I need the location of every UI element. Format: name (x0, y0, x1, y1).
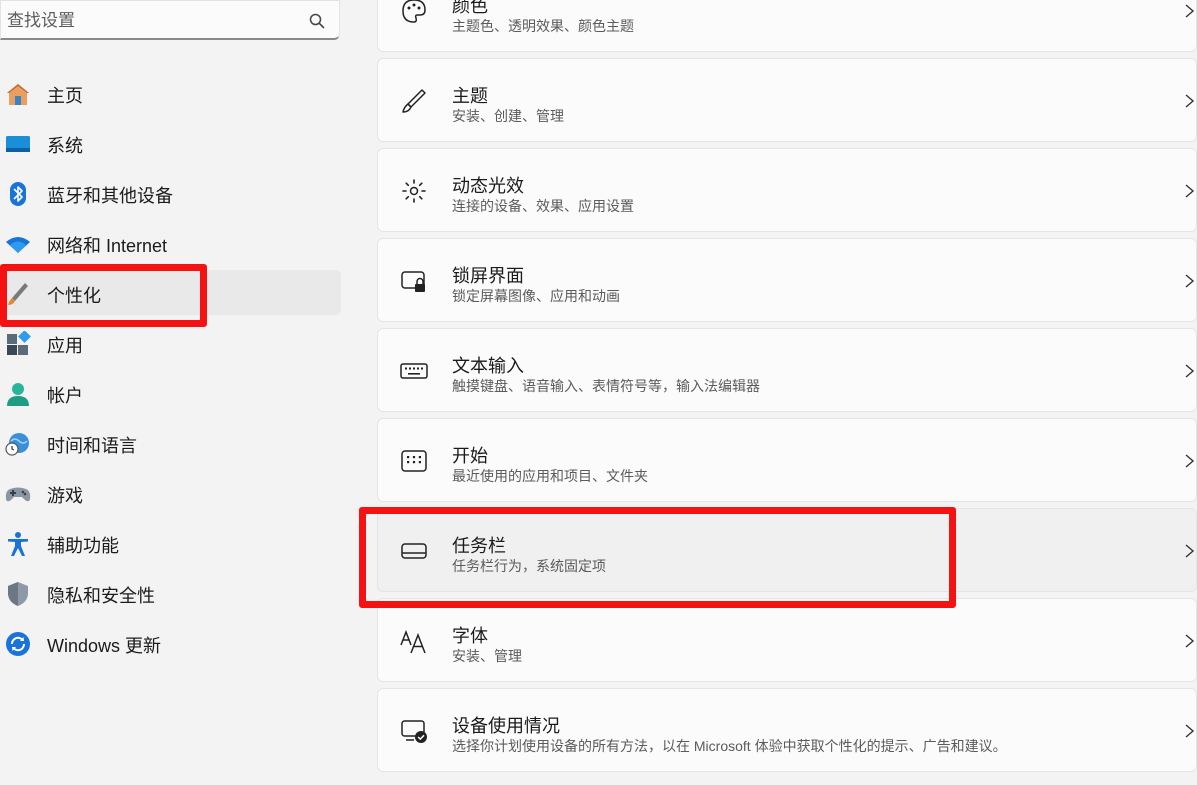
card-subtitle: 任务栏行为，系统固定项 (452, 558, 606, 574)
globe-clock-icon (5, 433, 29, 456)
card-title: 文本输入 (452, 356, 524, 376)
chevron-right-icon (1185, 274, 1195, 288)
brush-icon (8, 283, 28, 305)
sidebar-item-accounts[interactable]: 帐户 (0, 368, 350, 418)
card-title: 任务栏 (452, 536, 506, 556)
sidebar-item-label: 网络和 Internet (47, 236, 168, 256)
device-usage-icon (401, 720, 427, 743)
system-icon (6, 136, 30, 152)
shield-icon (8, 582, 28, 606)
card-subtitle: 触摸键盘、语音输入、表情符号等，输入法编辑器 (452, 378, 760, 394)
home-icon (7, 84, 29, 105)
search-box[interactable] (0, 0, 340, 41)
sidebar-item-label: 隐私和安全性 (47, 586, 155, 606)
keyboard-icon (400, 363, 428, 379)
card-device-usage[interactable]: 设备使用情况 选择你计划使用设备的所有方法，以在 Microsoft 体验中获取… (377, 688, 1197, 772)
sidebar-item-label: 帐户 (47, 386, 83, 406)
card-subtitle: 最近使用的应用和项目、文件夹 (452, 468, 648, 484)
card-subtitle: 选择你计划使用设备的所有方法，以在 Microsoft 体验中获取个性化的提示、… (452, 738, 1007, 754)
accessibility-icon (8, 532, 28, 556)
sidebar-item-label: 系统 (47, 136, 83, 156)
palette-icon (402, 0, 426, 23)
sidebar-item-time-language[interactable]: 时间和语言 (0, 418, 350, 468)
card-themes[interactable]: 主题 安装、创建、管理 (377, 58, 1197, 142)
card-subtitle: 安装、创建、管理 (452, 108, 564, 124)
chevron-right-icon (1185, 364, 1195, 378)
card-title: 开始 (452, 446, 488, 466)
sidebar-item-home[interactable]: 主页 (0, 68, 350, 118)
chevron-right-icon (1185, 544, 1195, 558)
lock-screen-icon (401, 271, 425, 292)
card-lock-screen[interactable]: 锁屏界面 锁定屏幕图像、应用和动画 (377, 238, 1197, 322)
card-title: 锁屏界面 (452, 266, 524, 286)
sidebar-item-windows-update[interactable]: Windows 更新 (0, 618, 350, 668)
start-icon (401, 450, 427, 472)
bluetooth-icon (10, 182, 26, 206)
sidebar-item-privacy[interactable]: 隐私和安全性 (0, 568, 350, 618)
sidebar-item-label: 个性化 (47, 286, 101, 306)
card-subtitle: 连接的设备、效果、应用设置 (452, 198, 634, 214)
font-icon (400, 629, 426, 654)
chevron-right-icon (1185, 4, 1195, 18)
chevron-right-icon (1185, 94, 1195, 108)
chevron-right-icon (1185, 724, 1195, 738)
sidebar-item-label: Windows 更新 (47, 636, 162, 656)
settings-list: 颜色 主题色、透明效果、颜色主题 主题 安装、创建、管理 动态光效 连接的设备、… (377, 0, 1197, 785)
card-text-input[interactable]: 文本输入 触摸键盘、语音输入、表情符号等，输入法编辑器 (377, 328, 1197, 412)
sidebar-item-label: 蓝牙和其他设备 (47, 186, 173, 206)
gamepad-icon (5, 487, 31, 502)
wifi-icon (6, 237, 30, 253)
card-subtitle: 锁定屏幕图像、应用和动画 (452, 288, 620, 304)
sidebar-item-gaming[interactable]: 游戏 (0, 468, 350, 518)
sidebar-item-bluetooth[interactable]: 蓝牙和其他设备 (0, 168, 350, 218)
taskbar-icon (401, 543, 427, 559)
chevron-right-icon (1185, 454, 1195, 468)
sidebar-item-system[interactable]: 系统 (0, 118, 350, 168)
sidebar-nav: 主页 系统 蓝牙和其他设备 网络和 Internet 个性化 应用 帐户 时间和… (0, 68, 350, 668)
sidebar-item-label: 辅助功能 (47, 536, 119, 556)
brush-icon (402, 89, 426, 113)
sidebar-item-label: 应用 (47, 336, 83, 356)
card-title: 设备使用情况 (452, 716, 560, 736)
search-input[interactable] (5, 1, 299, 41)
card-fonts[interactable]: 字体 安装、管理 (377, 598, 1197, 682)
sidebar-item-apps[interactable]: 应用 (0, 318, 350, 368)
sidebar-item-network[interactable]: 网络和 Internet (0, 218, 350, 268)
card-subtitle: 主题色、透明效果、颜色主题 (452, 18, 634, 34)
sidebar-item-label: 时间和语言 (47, 436, 137, 456)
lighting-icon (402, 179, 426, 203)
chevron-right-icon (1185, 634, 1195, 648)
sidebar-item-personalization[interactable]: 个性化 (0, 268, 350, 318)
sidebar-item-label: 游戏 (47, 486, 83, 506)
card-taskbar[interactable]: 任务栏 任务栏行为，系统固定项 (377, 508, 1197, 592)
sidebar-item-label: 主页 (47, 86, 83, 106)
card-title: 动态光效 (452, 176, 524, 196)
account-icon (7, 383, 29, 406)
sidebar: 主页 系统 蓝牙和其他设备 网络和 Internet (0, 0, 350, 785)
search-icon[interactable] (308, 12, 326, 30)
apps-icon (7, 331, 31, 355)
chevron-right-icon (1185, 184, 1195, 198)
sidebar-item-accessibility[interactable]: 辅助功能 (0, 518, 350, 568)
card-dynamic-lighting[interactable]: 动态光效 连接的设备、效果、应用设置 (377, 148, 1197, 232)
card-colors[interactable]: 颜色 主题色、透明效果、颜色主题 (377, 0, 1197, 52)
card-subtitle: 安装、管理 (452, 648, 522, 664)
card-title: 字体 (452, 626, 488, 646)
card-title: 主题 (452, 86, 488, 106)
card-start[interactable]: 开始 最近使用的应用和项目、文件夹 (377, 418, 1197, 502)
update-icon (6, 632, 30, 656)
